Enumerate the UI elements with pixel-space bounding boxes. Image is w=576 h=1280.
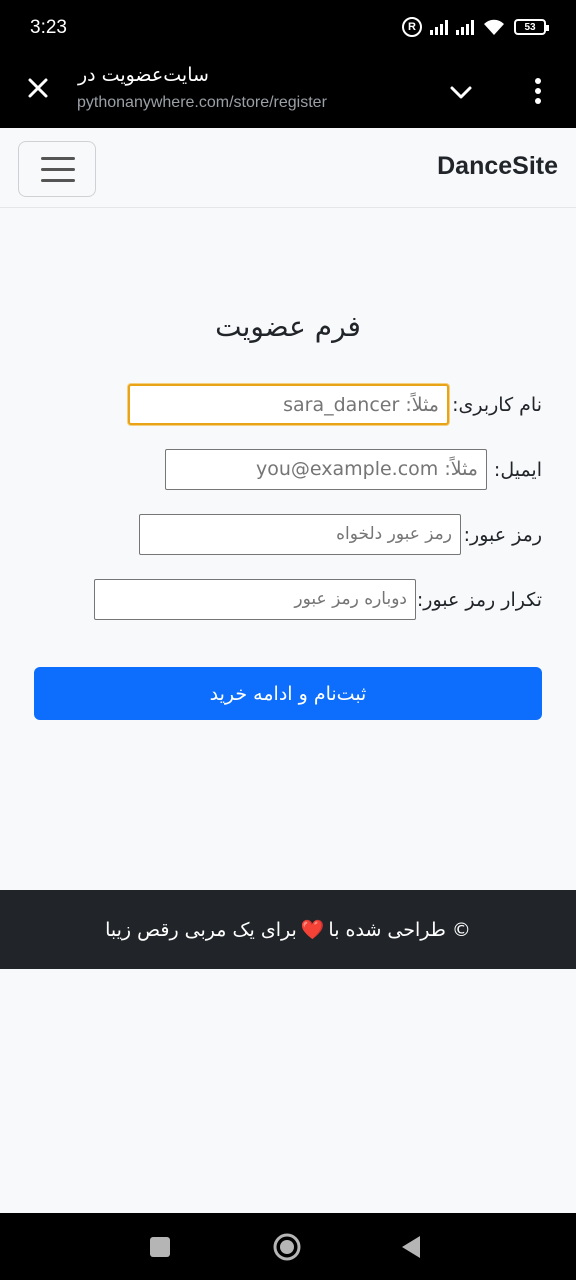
recent-apps-icon[interactable] <box>150 1237 170 1257</box>
signal-icon <box>430 19 448 35</box>
footer-text-suffix: برای یک مربی رقص زیبا <box>105 918 297 941</box>
register-submit-button[interactable]: ثبت‌نام و ادامه خرید <box>34 667 542 720</box>
status-bar: 3:23 R 53 <box>0 0 576 56</box>
page-title: فرم عضویت <box>215 310 361 343</box>
email-input[interactable]: مثلاً: you@example.com <box>165 449 487 490</box>
site-navbar: DanceSite <box>0 128 576 208</box>
password-input[interactable]: رمز عبور دلخواه <box>139 514 461 555</box>
menu-toggle-button[interactable] <box>18 141 96 197</box>
registered-icon: R <box>402 17 422 37</box>
close-icon[interactable] <box>24 74 52 102</box>
browser-page-title: سایت‌عضویت در <box>78 64 209 86</box>
hamburger-icon-bar <box>41 168 75 171</box>
heart-icon: ❤️ <box>300 919 325 941</box>
email-label: ایمیل: <box>493 459 542 481</box>
hamburger-icon-bar <box>41 157 75 160</box>
browser-url[interactable]: pythonanywhere.com/store/register <box>77 94 327 112</box>
chevron-down-icon[interactable] <box>447 78 475 106</box>
signal-icon-2 <box>456 19 474 35</box>
confirm-password-label: تکرار رمز عبور: <box>416 589 542 611</box>
wifi-icon <box>484 19 504 35</box>
password-label: رمز عبور: <box>463 524 542 546</box>
back-icon[interactable] <box>400 1234 422 1260</box>
site-footer: © طراحی شده با ❤️ برای یک مربی رقص زیبا <box>0 890 576 969</box>
site-brand[interactable]: DanceSite <box>437 152 558 181</box>
footer-text-prefix: © طراحی شده با <box>328 918 471 941</box>
system-navigation-bar <box>0 1213 576 1280</box>
battery-icon: 53 <box>514 19 549 35</box>
browser-toolbar: سایت‌عضویت در pythonanywhere.com/store/r… <box>0 56 576 128</box>
status-time: 3:23 <box>30 17 67 38</box>
status-icons: R 53 <box>402 17 549 37</box>
confirm-password-input[interactable]: دوباره رمز عبور <box>94 579 416 620</box>
more-options-icon[interactable] <box>526 76 550 106</box>
hamburger-icon-bar <box>41 179 75 182</box>
username-input[interactable]: مثلاً: sara_dancer <box>128 384 449 425</box>
username-label: نام کاربری: <box>452 394 542 416</box>
home-icon[interactable] <box>272 1232 302 1262</box>
